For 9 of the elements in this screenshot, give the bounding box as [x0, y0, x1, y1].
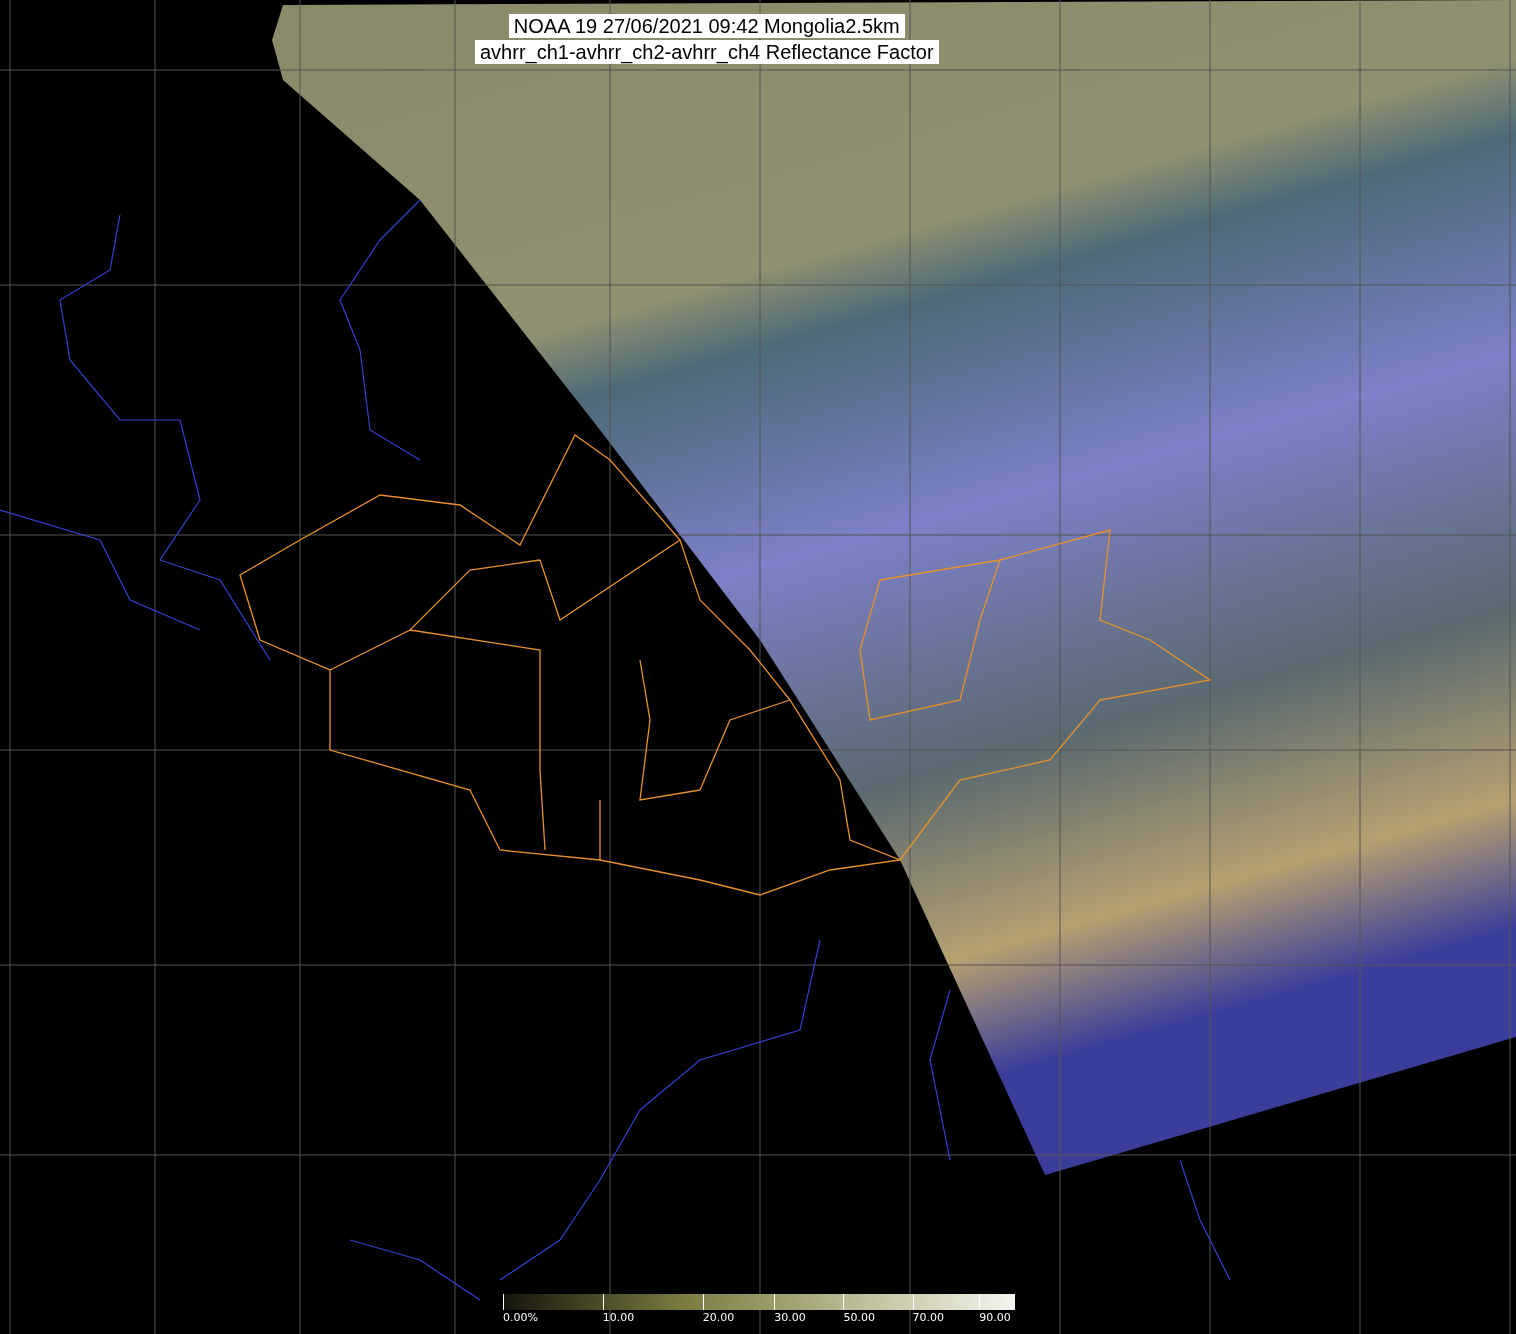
colorbar-tick-label: 0.00%: [503, 1311, 538, 1324]
title-text: NOAA 19 27/06/2021 09:42 Mongolia2.5km: [508, 14, 905, 38]
colorbar-tick-label: 70.00: [912, 1311, 945, 1324]
title-text: avhrr_ch1-avhrr_ch2-avhrr_ch4 Reflectance Factor: [475, 40, 939, 64]
colorbar-tick-label: 90.00: [979, 1311, 1011, 1324]
colorbar-tick-label: 10.00: [602, 1311, 635, 1324]
colorbar-tick-label: 50.00: [843, 1311, 875, 1324]
colorbar-tick-label: 30.00: [774, 1311, 806, 1324]
colorbar-tick-label: 20.00: [702, 1311, 735, 1324]
